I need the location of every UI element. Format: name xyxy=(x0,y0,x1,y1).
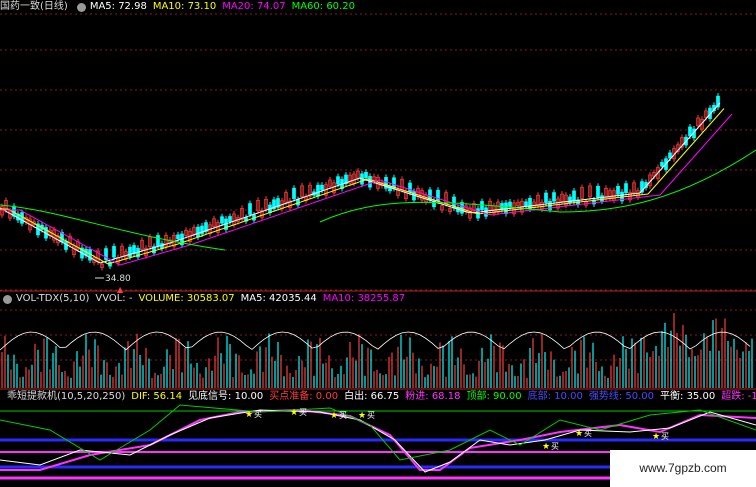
candle-body xyxy=(552,192,556,202)
candle-body xyxy=(320,184,324,191)
stock-title: 国药一致(日线) xyxy=(0,1,68,12)
candle-body xyxy=(616,186,620,195)
candle-body xyxy=(544,192,548,203)
candle-body xyxy=(220,216,224,224)
candle-body xyxy=(112,246,116,258)
volume-value: VOLUME: 30583.07 xyxy=(138,293,235,304)
buy-label: 买 xyxy=(367,411,375,420)
grid-lines xyxy=(0,13,756,390)
candle-body xyxy=(596,186,600,198)
strong-label: 强势线: 50.00 xyxy=(588,391,655,402)
candle-body xyxy=(660,162,664,167)
buy-star-icon: ★ xyxy=(542,442,550,452)
vvol-label: VVOL: - xyxy=(95,293,133,304)
candle-body xyxy=(436,189,440,202)
dif-label: DIF: 56.14 xyxy=(131,391,183,402)
candle-body xyxy=(292,187,296,199)
balance-label: 平衡: 35.00 xyxy=(660,391,716,402)
candle-body xyxy=(568,196,572,204)
candle-body xyxy=(688,126,692,137)
candle-body xyxy=(228,216,232,223)
ma60-label: MA60: 60.20 xyxy=(291,1,355,12)
buy-label: 买 xyxy=(339,411,347,420)
signal-label: 见底信号: 10.00 xyxy=(188,391,264,402)
low-price-label: 34.80 xyxy=(105,274,131,284)
candle-body xyxy=(336,176,340,185)
watermark: www.7gpzb.com xyxy=(610,450,756,487)
buy-label: 买 xyxy=(584,429,592,438)
candle-body xyxy=(524,201,528,207)
buy-label: 买 xyxy=(254,410,262,419)
indicator-title: 乖短提款机(10,5,20,250) xyxy=(7,391,126,402)
candle-body xyxy=(484,207,488,217)
buy-star-icon: ★ xyxy=(245,410,253,420)
pink-in-label: 粉进: 68.18 xyxy=(405,391,461,402)
candle-body xyxy=(408,182,412,193)
candle-body xyxy=(624,183,628,194)
candle-body xyxy=(480,201,484,211)
volume-chart xyxy=(0,313,753,388)
volume-ma10: MA10: 38255.87 xyxy=(322,293,406,304)
gear-icon[interactable] xyxy=(76,2,86,12)
gear-icon[interactable] xyxy=(3,294,12,304)
bottom-label: 底部: 10.00 xyxy=(527,391,583,402)
buy-star-icon: ★ xyxy=(330,411,338,421)
volume-ma5: MA5: 42035.44 xyxy=(240,293,317,304)
candle-body xyxy=(600,195,604,202)
buy-label: 买 xyxy=(661,432,669,441)
volume-title: VOL-TDX(5,10) xyxy=(16,293,90,304)
indicator-panel-header: 乖短提款机(10,5,20,250) DIF: 56.14 见底信号: 10.0… xyxy=(0,390,756,404)
candle-body xyxy=(508,201,512,208)
top-label: 顶部: 90.00 xyxy=(466,391,522,402)
buy-star-icon: ★ xyxy=(358,411,366,421)
buy-label: 买 xyxy=(551,442,559,451)
candle-body xyxy=(20,212,24,224)
ma5-line xyxy=(0,102,721,264)
buy-star-icon: ★ xyxy=(575,429,583,439)
buy-star-icon: ★ xyxy=(652,432,660,442)
buy-label: 买 xyxy=(299,408,307,417)
buy-star-icon: ★ xyxy=(290,408,298,418)
candle-body xyxy=(132,245,136,254)
white-out-label: 白出: 66.75 xyxy=(344,391,400,402)
price-chart: ▲ xyxy=(0,93,756,294)
candle-body xyxy=(248,203,252,215)
candle-body xyxy=(156,235,160,247)
oversold-label: 超跌: -10.00 xyxy=(721,391,756,402)
buy-ready-label: 买点准备: 0.00 xyxy=(269,391,339,402)
chart-canvas: ▲ ★ 买 ★ 买 ★ 买 ★ 买★ 买★ 买 ★ 买 34.80 xyxy=(0,13,756,480)
candle-body xyxy=(364,172,368,179)
price-panel-header: 国药一致(日线) MA5: 72.98 MA10: 73.10 MA20: 74… xyxy=(0,0,756,14)
candle-body xyxy=(128,246,132,258)
ma5-label: MA5: 72.98 xyxy=(89,1,147,12)
candle-body xyxy=(572,190,576,202)
candle-body xyxy=(196,226,200,238)
candle-body xyxy=(316,184,320,197)
volume-panel-header: VOL-TDX(5,10) VVOL: - VOLUME: 30583.07 M… xyxy=(0,292,756,306)
candle-body xyxy=(176,234,180,240)
ma20-label: MA20: 74.07 xyxy=(222,1,286,12)
candle-body xyxy=(460,202,464,214)
ma10-label: MA10: 73.10 xyxy=(152,1,217,12)
